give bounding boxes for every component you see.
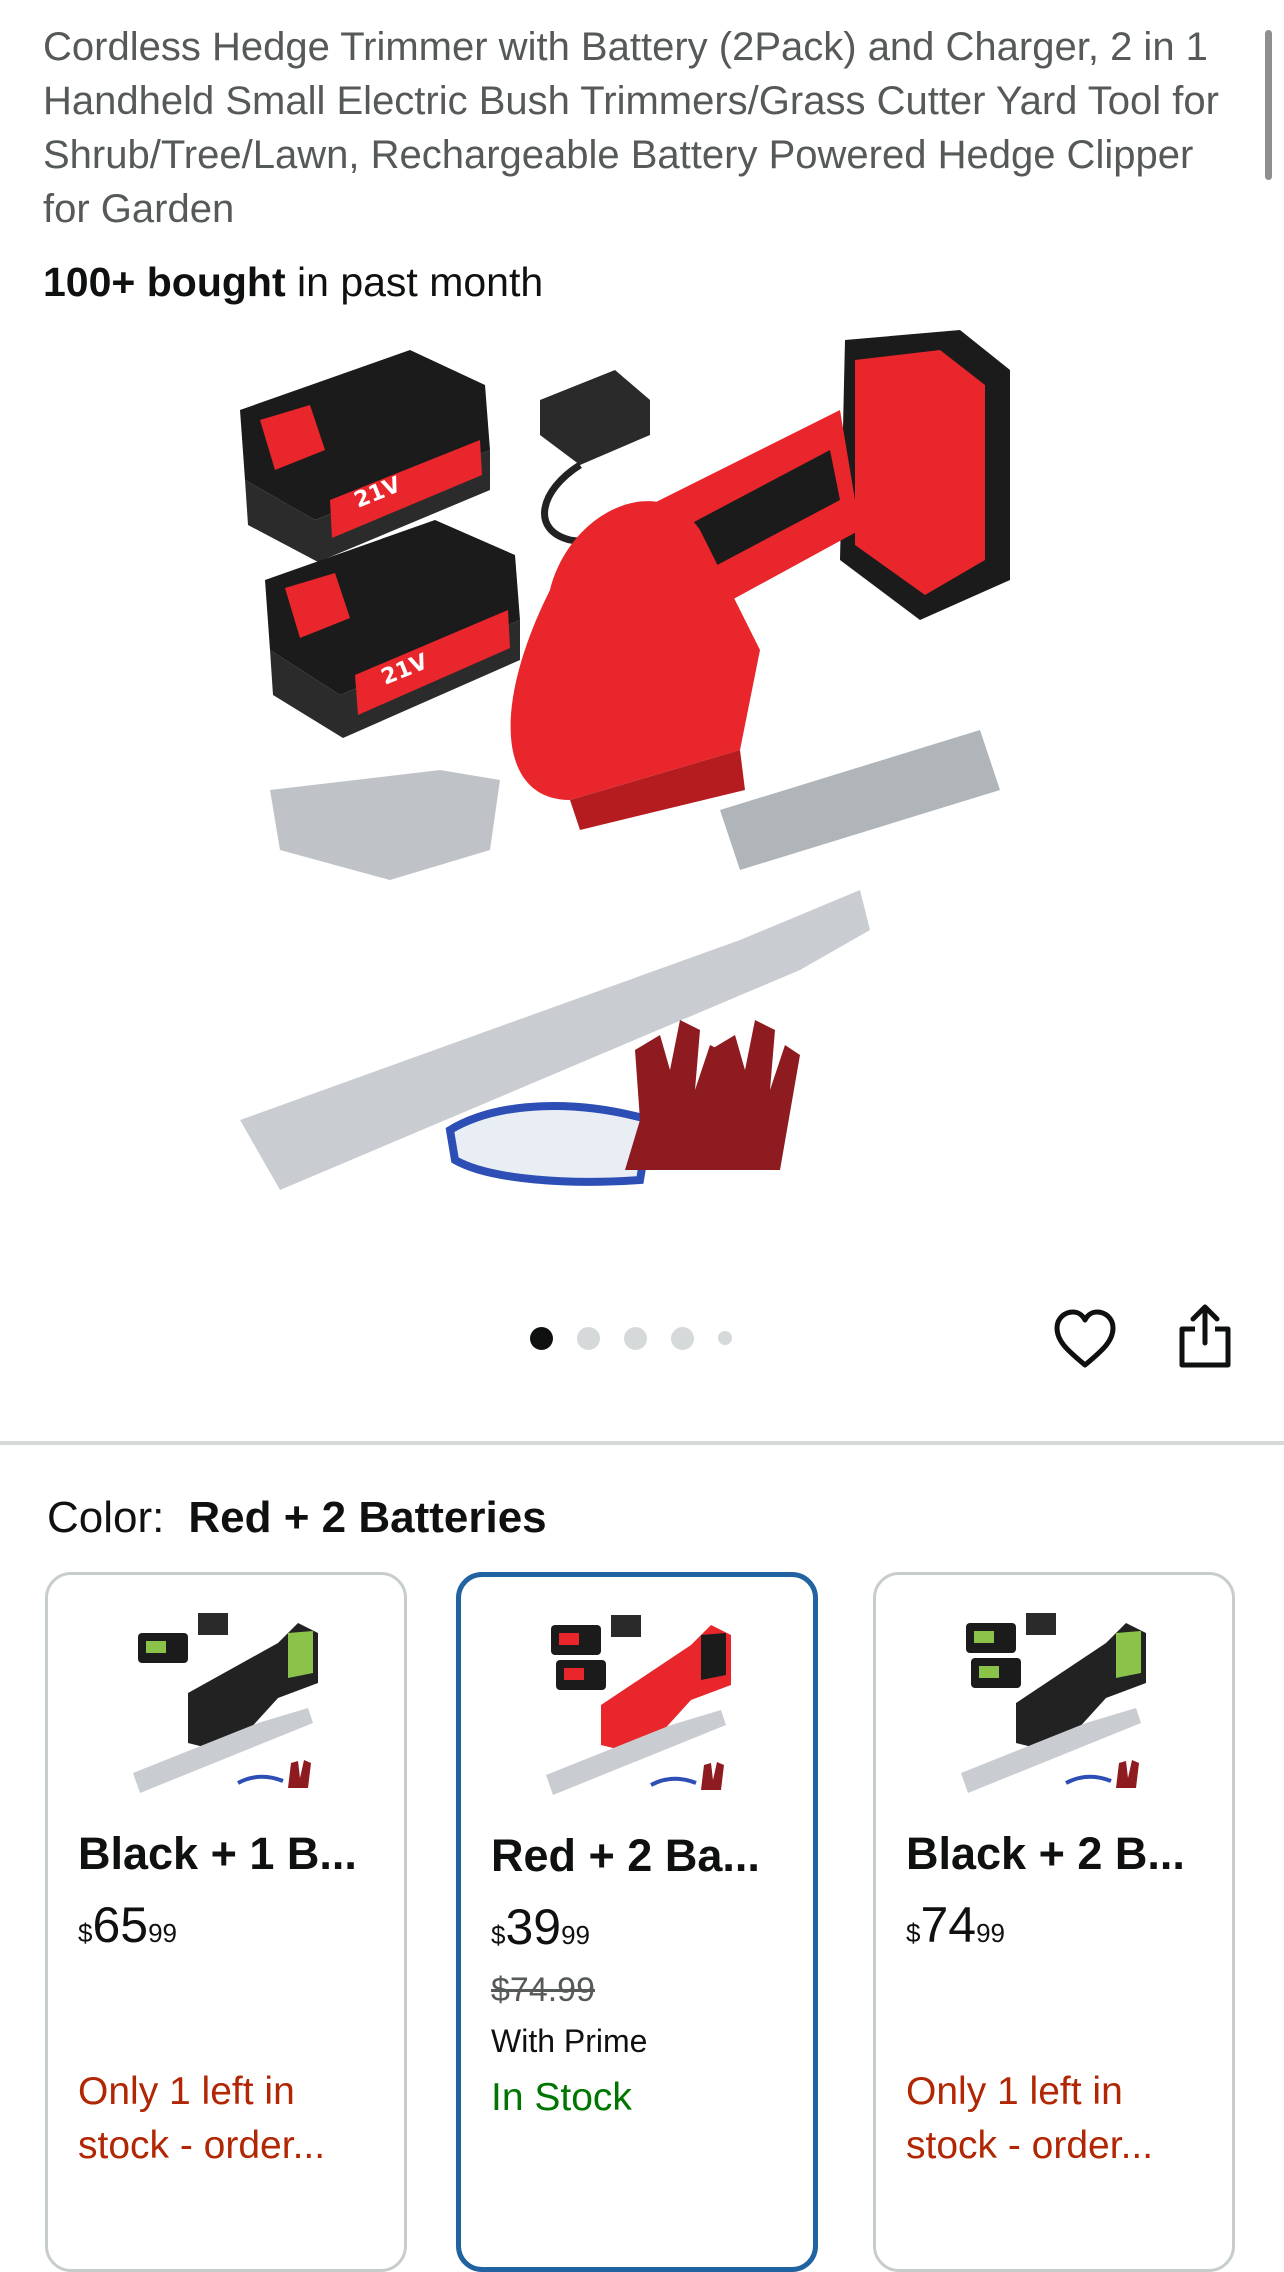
price-whole: 39 <box>505 1899 562 1955</box>
product-image[interactable]: 21V 21V <box>240 330 1090 1230</box>
variant-thumbnail <box>961 1613 1146 1793</box>
variant-price: $6599 <box>78 1895 177 1955</box>
variant-price: $7499 <box>906 1895 1005 1955</box>
prime-label: With Prime <box>491 2023 648 2059</box>
product-title: Cordless Hedge Trimmer with Battery (2Pa… <box>43 25 1219 231</box>
color-selected-value: Red + 2 Batteries <box>188 1493 547 1542</box>
heart-icon[interactable] <box>1053 1308 1117 1370</box>
stock-status: In Stock <box>491 2076 632 2119</box>
gloves-image <box>625 1020 800 1170</box>
variant-card-black-2-batteries[interactable]: Black + 2 B... $7499 Only 1 left in stoc… <box>873 1572 1235 2272</box>
carousel-dot-2[interactable] <box>577 1326 600 1350</box>
share-icon[interactable] <box>1177 1303 1233 1369</box>
bought-count-rest: in past month <box>285 259 544 305</box>
price-whole: 65 <box>92 1897 149 1953</box>
variant-name: Red + 2 Ba... <box>491 1830 760 1881</box>
safety-glasses-image <box>445 1102 655 1186</box>
variant-thumbnail <box>546 1615 731 1795</box>
price-symbol: $ <box>78 1918 93 1948</box>
variant-card-black-1-battery[interactable]: Black + 1 B... $6599 Only 1 left in stoc… <box>45 1572 407 2272</box>
price-fraction: 99 <box>148 1918 178 1948</box>
bought-count: 100+ bought in past month <box>43 256 543 308</box>
price-fraction: 99 <box>976 1918 1006 1948</box>
variant-price: $3999 <box>491 1897 590 1957</box>
image-carousel-dots[interactable] <box>530 1325 732 1351</box>
price-symbol: $ <box>491 1920 506 1950</box>
carousel-dot-1[interactable] <box>530 1326 553 1350</box>
section-divider <box>0 1441 1284 1445</box>
list-price: $74.99 <box>491 1971 595 2009</box>
color-selector-label: Color: Red + 2 Batteries <box>47 1490 547 1546</box>
carousel-dot-3[interactable] <box>624 1326 647 1350</box>
variant-name: Black + 2 B... <box>906 1828 1185 1879</box>
carousel-dot-5[interactable] <box>718 1331 732 1345</box>
price-fraction: 99 <box>561 1920 591 1950</box>
variant-name: Black + 1 B... <box>78 1828 357 1879</box>
color-label: Color: <box>47 1493 165 1542</box>
page-scrollbar[interactable] <box>1265 30 1272 180</box>
variant-card-red-2-batteries[interactable]: Red + 2 Ba... $3999 $74.99 With Prime In… <box>456 1572 818 2272</box>
price-symbol: $ <box>906 1918 921 1948</box>
bought-count-bold: 100+ bought <box>43 259 286 305</box>
variant-thumbnail <box>133 1613 318 1793</box>
stock-status: Only 1 left in stock - order... <box>78 2070 326 2167</box>
price-whole: 74 <box>920 1897 977 1953</box>
carousel-dot-4[interactable] <box>671 1326 694 1350</box>
stock-status: Only 1 left in stock - order... <box>906 2070 1154 2167</box>
